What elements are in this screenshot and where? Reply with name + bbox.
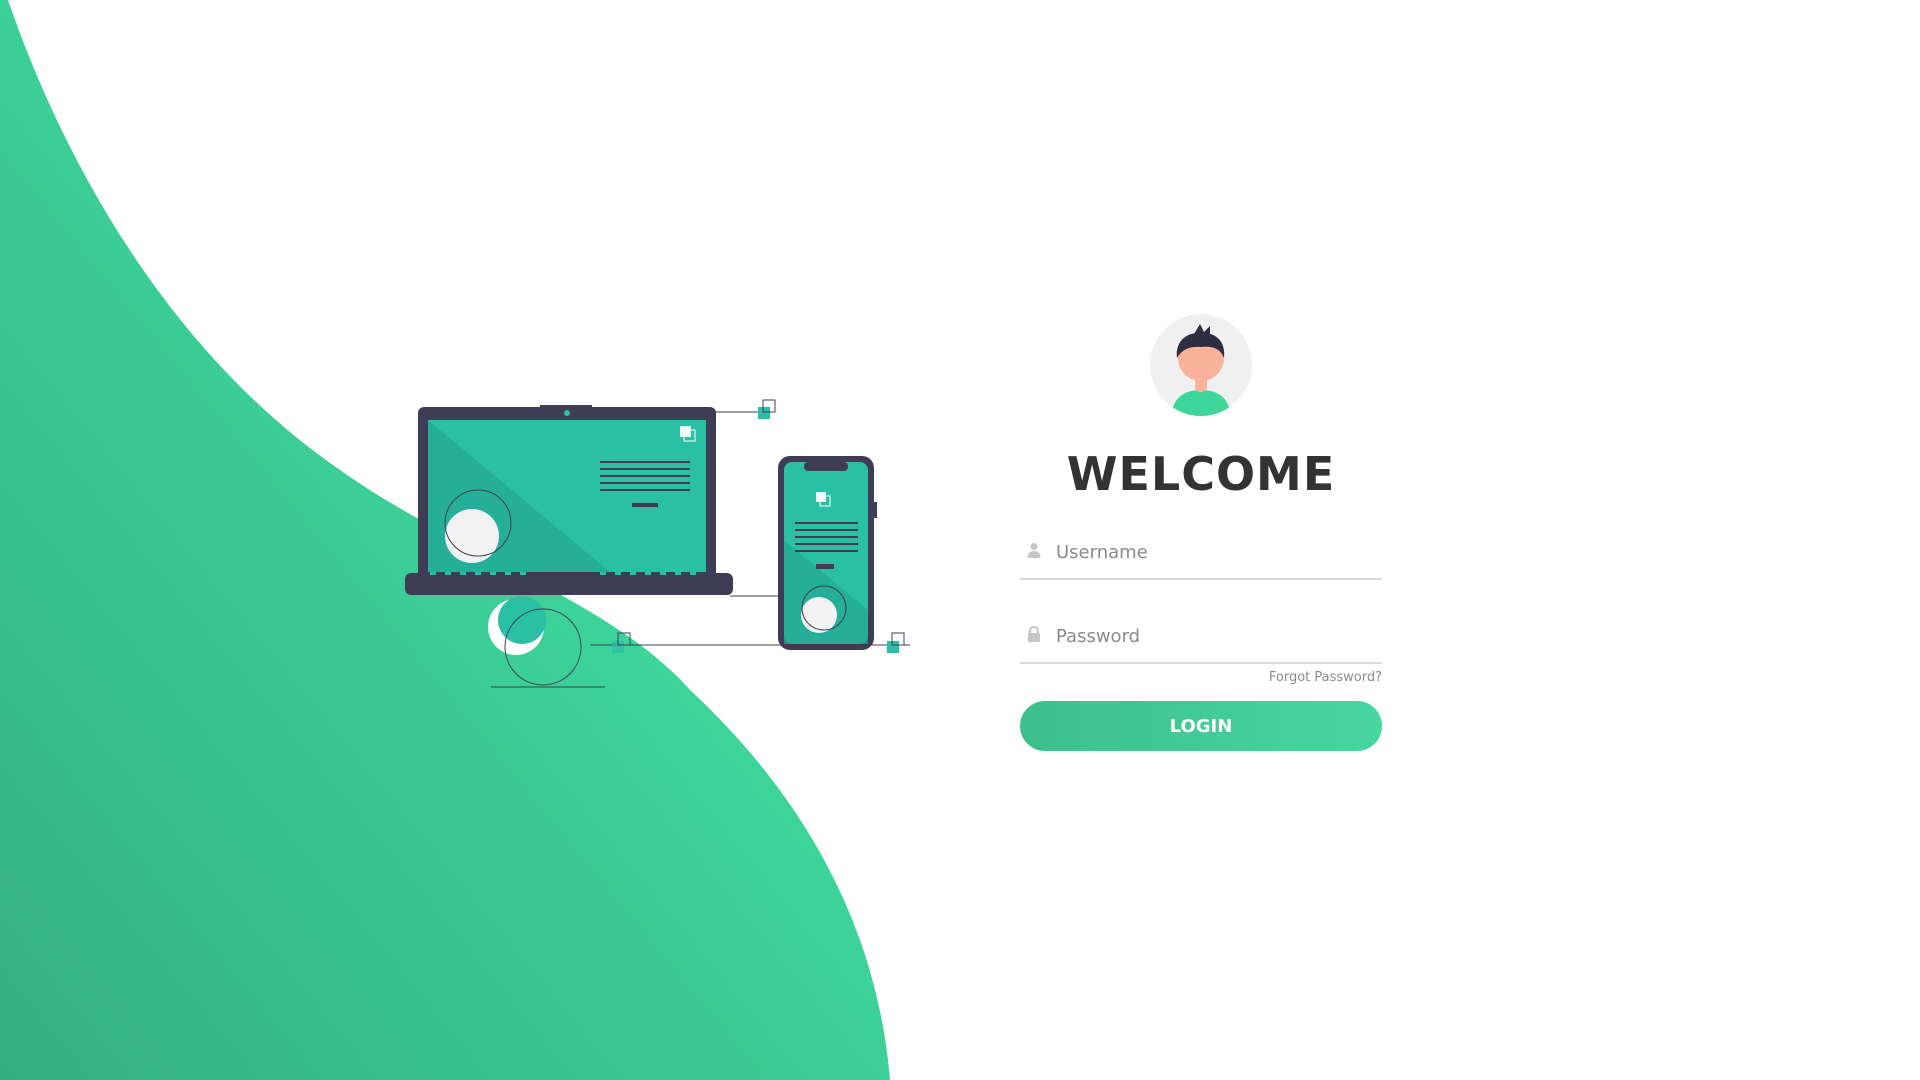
user-avatar-icon [1150,314,1252,416]
devices-illustration [405,399,910,688]
login-page: WELCOME Forgot Password? LOGIN [0,0,1920,1080]
password-input[interactable] [1054,620,1378,652]
username-field [1020,530,1382,580]
username-input[interactable] [1054,536,1378,568]
green-wave-background [0,0,890,1080]
user-icon [1027,543,1041,558]
lock-icon [1028,626,1040,642]
password-field [1020,614,1382,664]
welcome-title: WELCOME [1066,447,1336,501]
forgot-password-link[interactable]: Forgot Password? [1020,670,1382,685]
login-form: WELCOME Forgot Password? LOGIN [1020,314,1382,751]
login-button[interactable]: LOGIN [1020,701,1382,751]
